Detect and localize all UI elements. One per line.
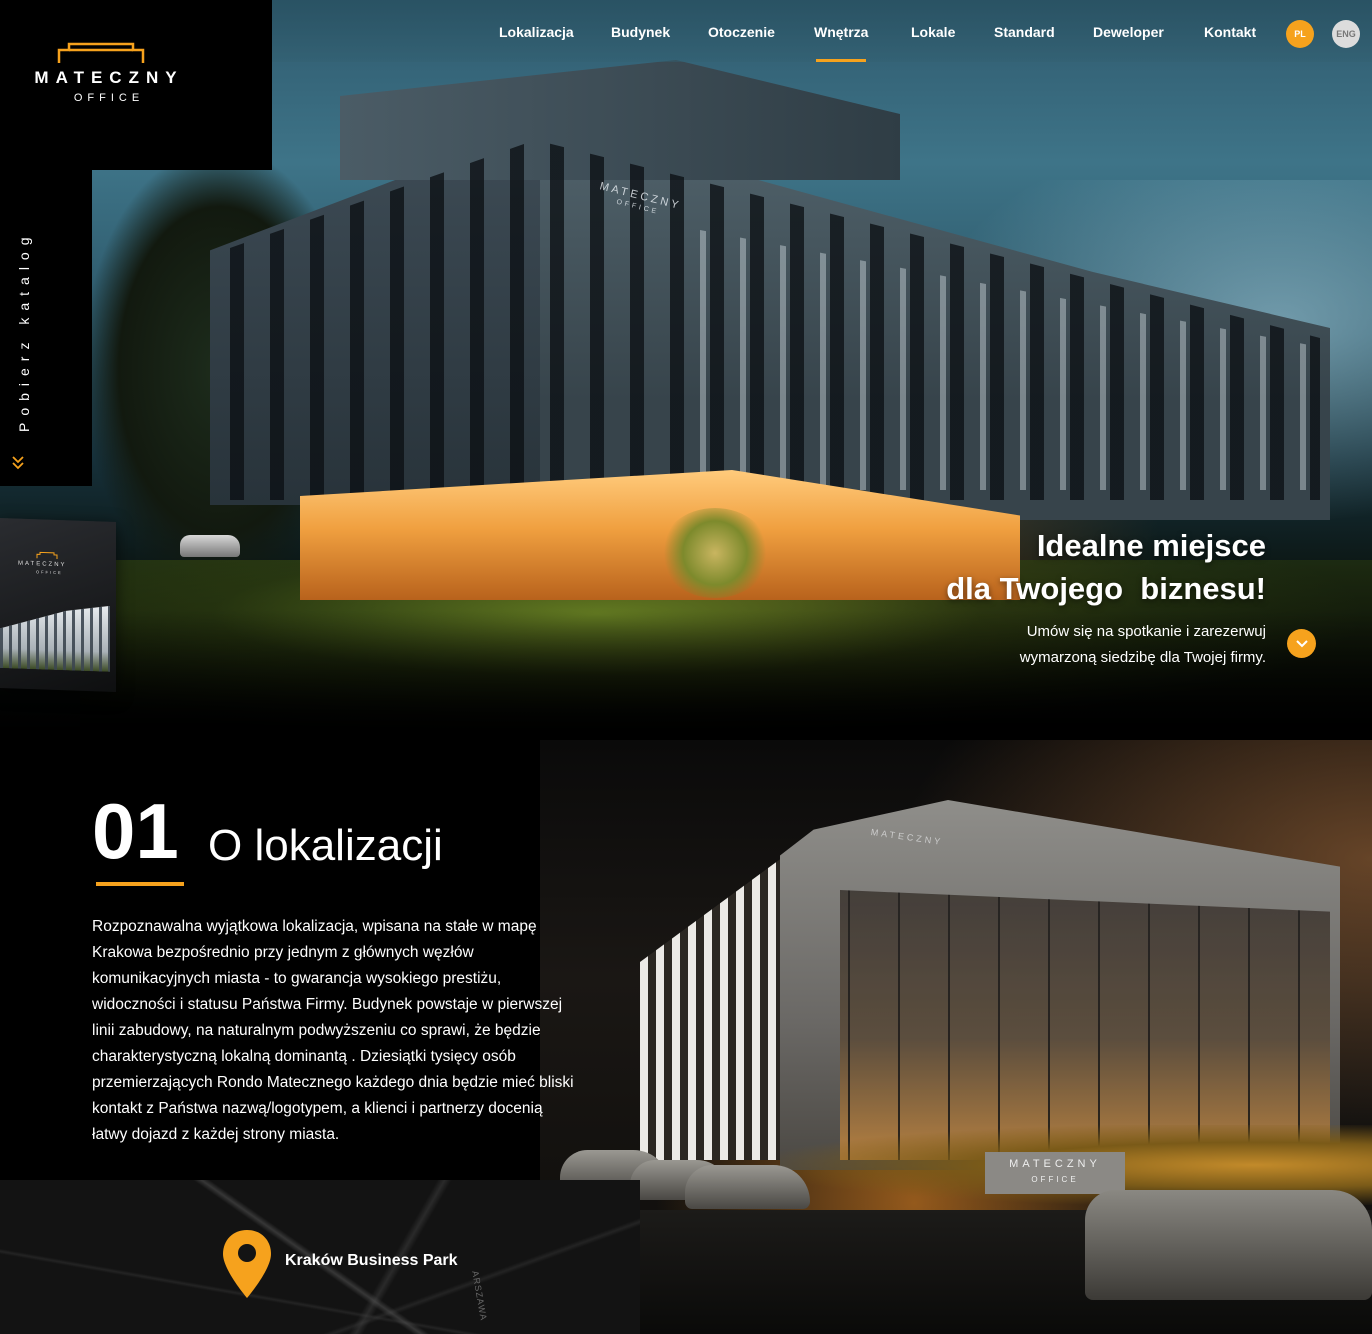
render-windows <box>840 890 1330 1160</box>
logo-mark-icon <box>57 42 145 63</box>
lang-pl-button[interactable]: PL <box>1286 20 1314 48</box>
chevrons-down-icon[interactable] <box>10 455 26 471</box>
location-render-image: MATECZNY MATECZNY OFFICE <box>540 740 1372 1334</box>
section-title: O lokalizacji <box>208 821 443 870</box>
nav-item-budynek[interactable]: Budynek <box>611 24 670 40</box>
hero-subtitle: Umów się na spotkanie i zarezerwuj wymar… <box>1020 619 1266 671</box>
hero-title-line2: dla Twojego biznesu! <box>946 571 1266 606</box>
chevron-down-icon <box>1295 640 1308 648</box>
map-pin-icon[interactable] <box>220 1228 274 1300</box>
nav-item-lokale[interactable]: Lokale <box>911 24 955 40</box>
scroll-down-button[interactable] <box>1287 629 1316 658</box>
logo-subtitle: OFFICE <box>73 92 145 104</box>
hero-title-line1: Idealne miejsce <box>1036 528 1266 563</box>
logo[interactable]: MATECZNY OFFICE <box>0 0 272 170</box>
nav-item-otoczenie[interactable]: Otoczenie <box>708 24 775 40</box>
hero-tree-small <box>660 508 770 598</box>
catalog-sidebar[interactable] <box>0 170 92 486</box>
section-description: Rozpoznawalna wyjątkowa lokalizacja, wpi… <box>92 918 574 1143</box>
map-location-label: Kraków Business Park <box>285 1252 458 1269</box>
main-nav: Lokalizacja Budynek Otoczenie Wnętrza Lo… <box>272 0 1372 62</box>
location-section: MATECZNY MATECZNY OFFICE 01 O lokalizacj… <box>0 740 1372 1334</box>
catalog-thumb-image <box>0 602 110 672</box>
nav-item-lokalizacja[interactable]: Lokalizacja <box>499 24 574 40</box>
logo-title: MATECZNY <box>34 68 184 87</box>
lang-eng-button[interactable]: ENG <box>1332 20 1360 48</box>
nav-item-kontakt[interactable]: Kontakt <box>1204 24 1256 40</box>
nav-item-standard[interactable]: Standard <box>994 24 1055 40</box>
nav-item-wnetrza[interactable]: Wnętrza <box>814 24 868 62</box>
catalog-thumb-sub: OFFICE <box>36 569 63 576</box>
hero-car <box>180 535 240 557</box>
render-monument-sub: OFFICE <box>1031 1175 1079 1184</box>
download-catalog-link[interactable]: Pobierz katalog <box>16 230 32 432</box>
hero-title: Idealne miejsce dla Twojego biznesu! <box>946 524 1266 610</box>
render-car-3 <box>685 1165 810 1209</box>
render-classic-car <box>1085 1190 1372 1300</box>
render-monument-title: MATECZNY <box>1009 1158 1101 1170</box>
catalog-logo-icon <box>36 551 58 559</box>
section-underline <box>96 882 184 886</box>
render-monument-sign: MATECZNY OFFICE <box>985 1152 1125 1194</box>
section-number: 01 <box>92 787 179 875</box>
hero-subtitle-line1: Umów się na spotkanie i zarezerwuj <box>1026 623 1266 640</box>
nav-item-deweloper[interactable]: Deweloper <box>1093 24 1164 40</box>
hero-subtitle-line2: wymarzoną siedzibę dla Twojej firmy. <box>1019 649 1266 666</box>
catalog-thumbnail[interactable]: MATECZNY OFFICE <box>0 517 116 693</box>
map-street-label: ARSZAWA <box>470 1270 489 1322</box>
catalog-thumb-title: MATECZNY <box>18 560 67 569</box>
